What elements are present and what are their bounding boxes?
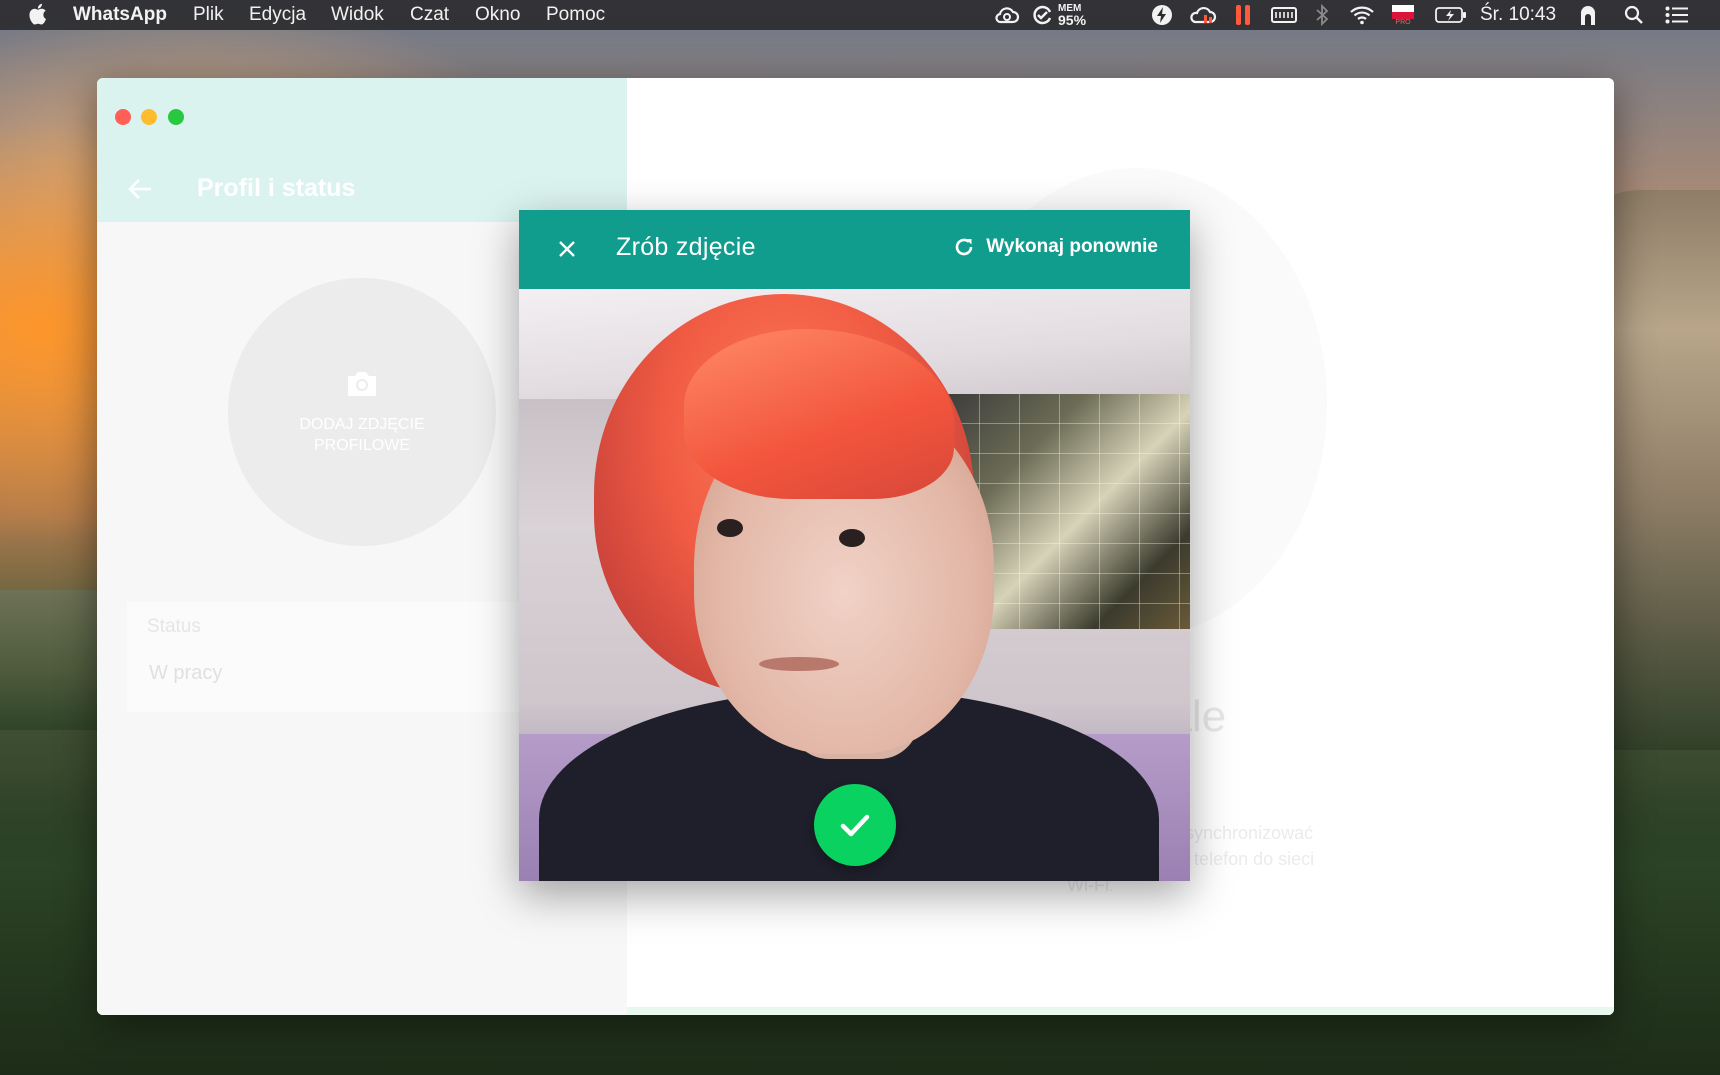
zoom-window-button[interactable]: [168, 109, 184, 125]
flash-icon[interactable]: [1151, 4, 1173, 26]
flag-label: PRO: [1395, 18, 1411, 26]
battery-icon[interactable]: [1434, 4, 1468, 26]
pause-icon[interactable]: [1233, 4, 1253, 26]
menu-edycja[interactable]: Edycja: [249, 4, 306, 26]
add-photo-label: DODAJ ZDJĘCIE PROFILOWE: [299, 416, 425, 454]
memory-value: 95%: [1058, 11, 1087, 28]
menu-pomoc[interactable]: Pomoc: [546, 4, 605, 26]
wallpaper-hill: [0, 590, 110, 730]
dialog-title: Zrób zdjęcie: [616, 233, 756, 261]
close-icon[interactable]: [555, 237, 579, 261]
captured-photo: [519, 289, 1190, 881]
menu-plik[interactable]: Plik: [193, 4, 224, 26]
intro-bottom-bar: [627, 1007, 1614, 1015]
close-window-button[interactable]: [115, 109, 131, 125]
menu-czat[interactable]: Czat: [410, 4, 449, 26]
menu-app-name[interactable]: WhatsApp: [73, 4, 167, 26]
refresh-icon: [956, 238, 973, 256]
profile-header: Profil i status: [97, 78, 627, 222]
take-photo-dialog: Zrób zdjęcie Wykonaj ponownie: [519, 210, 1190, 881]
retake-button[interactable]: Wykonaj ponownie: [952, 235, 1158, 259]
status-value[interactable]: W pracy: [149, 662, 222, 685]
checkmark-icon: [840, 814, 870, 837]
menu-widok[interactable]: Widok: [331, 4, 384, 26]
back-arrow-icon[interactable]: [127, 178, 153, 200]
cloud-icon[interactable]: [1188, 4, 1218, 26]
user-switch-icon[interactable]: [1577, 4, 1599, 26]
retake-label: Wykonaj ponownie: [986, 236, 1158, 257]
camera-icon: [348, 372, 376, 396]
keyboard-icon[interactable]: [1270, 4, 1298, 26]
memory-indicator[interactable]: MEM 95%: [1058, 3, 1098, 28]
menu-bar: WhatsApp Plik Edycja Widok Czat Okno Pom…: [0, 0, 1720, 30]
confirm-photo-button[interactable]: [814, 784, 896, 866]
wallpaper-cliff: [1600, 190, 1720, 750]
add-profile-photo[interactable]: DODAJ ZDJĘCIE PROFILOWE: [228, 278, 496, 546]
bluetooth-icon[interactable]: [1314, 4, 1330, 26]
photo-mouth: [759, 657, 839, 671]
photo-eye: [839, 529, 865, 547]
memory-cleaner-icon[interactable]: [1030, 4, 1054, 26]
menubar-clock[interactable]: Śr. 10:43: [1480, 4, 1556, 26]
notification-center-icon[interactable]: [1664, 4, 1690, 26]
apple-icon[interactable]: [27, 2, 47, 26]
photo-eye: [717, 519, 743, 537]
flag-icon[interactable]: PRO: [1391, 4, 1415, 26]
minimize-window-button[interactable]: [141, 109, 157, 125]
wifi-icon[interactable]: [1348, 4, 1376, 26]
dialog-header: Zrób zdjęcie Wykonaj ponownie: [519, 210, 1190, 289]
spotlight-icon[interactable]: [1623, 4, 1645, 26]
status-label: Status: [147, 616, 201, 637]
creative-cloud-icon[interactable]: [993, 4, 1021, 26]
profile-title: Profil i status: [197, 174, 356, 202]
menu-okno[interactable]: Okno: [475, 4, 520, 26]
